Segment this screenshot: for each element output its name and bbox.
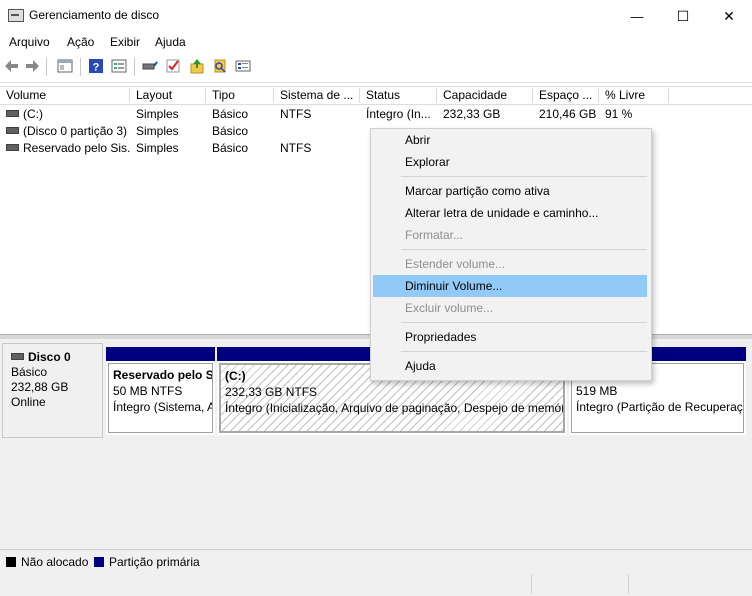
menu-item-explorar[interactable]: Explorar xyxy=(373,151,647,173)
menu-exibir[interactable]: Exibir xyxy=(110,35,140,49)
legend-unallocated: Não alocado xyxy=(21,555,89,569)
volume-type: Básico xyxy=(212,107,249,121)
column-capacidade[interactable]: Capacidade xyxy=(437,88,533,103)
disk-state: Online xyxy=(11,395,46,409)
disk-0-label[interactable]: Disco 0 Básico 232,88 GB Online xyxy=(2,343,103,438)
partition-bar xyxy=(106,347,215,361)
legend-primary: Partição primária xyxy=(109,555,200,569)
column-volume[interactable]: Volume xyxy=(0,88,130,103)
menu-separator xyxy=(401,322,647,323)
window-title: Gerenciamento de disco xyxy=(29,8,160,22)
volume-type: Básico xyxy=(212,124,249,138)
drive-icon xyxy=(6,110,19,117)
menu-acao[interactable]: Ação xyxy=(67,35,94,49)
disk-type: Básico xyxy=(11,365,48,379)
menu-item-excluir[interactable]: Excluir volume... xyxy=(373,297,647,319)
column-livre[interactable]: % Livre xyxy=(599,88,669,103)
forward-icon[interactable] xyxy=(24,58,40,74)
column-status[interactable]: Status xyxy=(360,88,437,103)
menu-arquivo[interactable]: Arquivo xyxy=(9,35,50,49)
partition-status: Íntegro (Sistema, A xyxy=(113,400,213,414)
volume-free-percent: 91 % xyxy=(605,107,633,121)
properties-icon[interactable] xyxy=(111,58,127,74)
column-layout[interactable]: Layout xyxy=(130,88,206,103)
volume-filesystem: NTFS xyxy=(280,107,312,121)
volume-filesystem: NTFS xyxy=(280,141,312,155)
drive-icon xyxy=(6,144,19,151)
volume-free-space: 210,46 GB xyxy=(539,107,597,121)
menu-separator xyxy=(401,176,647,177)
menu-item-ajuda[interactable]: Ajuda xyxy=(373,355,647,377)
menu-separator xyxy=(401,249,647,250)
menu-ajuda[interactable]: Ajuda xyxy=(155,35,186,49)
disk-size: 232,88 GB xyxy=(11,380,69,394)
menu-item-abrir[interactable]: Abrir xyxy=(373,129,647,151)
legend-bar: Não alocado Partição primária xyxy=(0,549,752,572)
column-tipo[interactable]: Tipo xyxy=(206,88,274,103)
volume-layout: Simples xyxy=(136,107,179,121)
volume-name: (Disco 0 partição 3) xyxy=(23,124,128,138)
volume-type: Básico xyxy=(212,141,249,155)
column-sistema[interactable]: Sistema de ... xyxy=(274,88,360,103)
partition-size: 50 MB NTFS xyxy=(113,384,183,398)
minimize-button[interactable]: — xyxy=(614,0,660,32)
disk-icon xyxy=(11,353,24,360)
console-tree-icon[interactable] xyxy=(57,58,73,74)
title-bar: Gerenciamento de disco — ☐ ✕ xyxy=(0,0,752,32)
partition-name: Reservado pelo S xyxy=(113,368,213,382)
volume-status: Íntegro (In... xyxy=(366,107,431,121)
connect-drive-icon[interactable] xyxy=(142,58,158,74)
primary-swatch xyxy=(94,557,104,567)
menu-bar: Arquivo Ação Exibir Ajuda xyxy=(0,32,752,52)
partition-size: 519 MB xyxy=(576,384,618,398)
close-button[interactable]: ✕ xyxy=(706,0,752,32)
import-icon[interactable] xyxy=(189,58,205,74)
disk-management-app-icon xyxy=(8,9,24,22)
volume-list-header: Volume Layout Tipo Sistema de ... Status… xyxy=(0,86,752,105)
settings-list-icon[interactable] xyxy=(235,58,251,74)
volume-name: Reservado pelo Sis... xyxy=(23,141,130,155)
help-icon[interactable]: ? xyxy=(88,58,104,74)
back-icon[interactable] xyxy=(4,58,20,74)
status-strip xyxy=(0,572,752,596)
unallocated-swatch xyxy=(6,557,16,567)
menu-item-propriedades[interactable]: Propriedades xyxy=(373,326,647,348)
disk-name: Disco 0 xyxy=(28,350,71,364)
partition-status: Íntegro (Inicialização, Arquivo de pagin… xyxy=(225,401,565,415)
menu-separator xyxy=(401,351,647,352)
context-menu: Abrir Explorar Marcar partição como ativ… xyxy=(370,128,652,381)
check-icon[interactable] xyxy=(165,58,181,74)
partition-status: Íntegro (Partição de Recuperaç xyxy=(576,400,743,414)
menu-item-diminuir[interactable]: Diminuir Volume... xyxy=(373,275,647,297)
volume-layout: Simples xyxy=(136,124,179,138)
volume-layout: Simples xyxy=(136,141,179,155)
menu-item-alterar-letra[interactable]: Alterar letra de unidade e caminho... xyxy=(373,202,647,224)
volume-capacity: 232,33 GB xyxy=(443,107,501,121)
svg-text:?: ? xyxy=(93,62,100,74)
drive-icon xyxy=(6,127,19,134)
toolbar: ? xyxy=(0,52,752,83)
menu-item-marcar-ativa[interactable]: Marcar partição como ativa xyxy=(373,180,647,202)
volume-name: (C:) xyxy=(23,107,43,121)
maximize-button[interactable]: ☐ xyxy=(660,0,706,32)
table-row[interactable]: (C:) Simples Básico NTFS Íntegro (In... … xyxy=(0,105,752,122)
search-icon[interactable] xyxy=(212,58,228,74)
menu-item-estender[interactable]: Estender volume... xyxy=(373,253,647,275)
column-espaco[interactable]: Espaço ... xyxy=(533,88,599,103)
partition-reserved[interactable]: Reservado pelo S 50 MB NTFS Íntegro (Sis… xyxy=(106,347,215,435)
partition-size: 232,33 GB NTFS xyxy=(225,385,318,399)
menu-item-formatar[interactable]: Formatar... xyxy=(373,224,647,246)
